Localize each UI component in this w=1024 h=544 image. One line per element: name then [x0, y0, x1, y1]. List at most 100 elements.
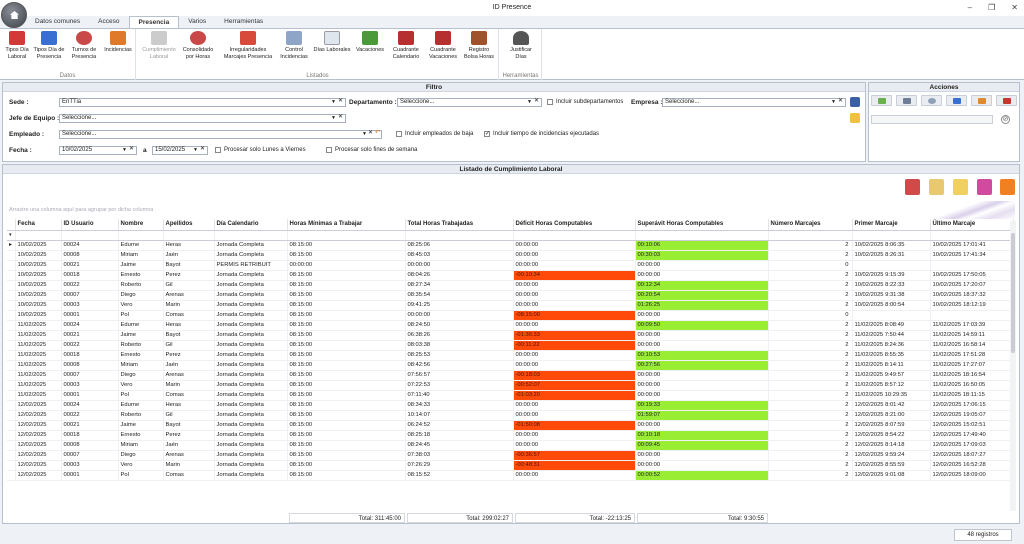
- justificar-dias-button[interactable]: Justificar Días: [504, 31, 538, 60]
- tipos-dia-laboral-button[interactable]: Tipos Día Laboral: [3, 31, 31, 60]
- irregularidades-marcajes-button[interactable]: Irregularidades Marcajes Presencia: [221, 31, 275, 60]
- tipos-dia-presencia-button[interactable]: Tipos Día de Presencia: [33, 31, 65, 60]
- column-dia-calendario[interactable]: Día Calendario: [214, 219, 288, 231]
- save-icon[interactable]: [850, 97, 860, 107]
- table-row[interactable]: ▸ 10/02/2025 00024 Edurne Heras Jornada Compl…: [7, 240, 1014, 251]
- table-row[interactable]: 12/02/2025 00007 Diego Arenas Jornada Comple…: [7, 450, 1014, 461]
- table-row[interactable]: 11/02/2025 00007 Diego Arenas Jornada Comple…: [7, 370, 1014, 381]
- undo-icon[interactable]: ↶: [375, 130, 380, 137]
- column-fecha[interactable]: Fecha: [15, 219, 62, 231]
- undo-button[interactable]: [971, 95, 992, 106]
- table-row[interactable]: 10/02/2025 00003 Vero Marin Jornada Completa…: [7, 300, 1014, 311]
- folder-icon[interactable]: [850, 113, 860, 123]
- table-row[interactable]: 10/02/2025 00008 Miriam Jaén Jornada Complet…: [7, 250, 1014, 261]
- table-row[interactable]: 12/02/2025 00024 Edurne Heras Jornada Comple…: [7, 400, 1014, 411]
- tiempo-incidencias-checkbox[interactable]: ✓ Incluir tiempo de incidencias ejecutada…: [484, 131, 599, 137]
- departamento-select[interactable]: Seleccione... ▼ ✕: [397, 98, 542, 107]
- accept-button[interactable]: [871, 95, 892, 106]
- chevron-down-icon[interactable]: ▼: [362, 131, 367, 138]
- chevron-down-icon[interactable]: ▼: [122, 147, 127, 154]
- clear-icon[interactable]: ✕: [129, 146, 134, 153]
- tools-button[interactable]: [996, 95, 1017, 106]
- column-horas-minimas[interactable]: Horas Mínimas a Trabajar: [287, 219, 406, 231]
- column-nombre[interactable]: Nombre: [118, 219, 164, 231]
- chevron-down-icon[interactable]: ▼: [331, 115, 336, 122]
- table-row[interactable]: 11/02/2025 00022 Roberto Gil Jornada Complet…: [7, 340, 1014, 351]
- vertical-scrollbar[interactable]: [1010, 221, 1016, 511]
- column-total-horas[interactable]: Total Horas Trabajadas: [405, 219, 514, 231]
- calendar-icon[interactable]: [905, 179, 920, 195]
- table-row[interactable]: 10/02/2025 00022 Roberto Gil Jornada Complet…: [7, 280, 1014, 291]
- export-up-icon[interactable]: [1000, 179, 1015, 195]
- empresa-select[interactable]: Seleccione... ▼ ✕: [662, 98, 846, 107]
- clear-icon[interactable]: ✕: [338, 114, 343, 121]
- table-row[interactable]: 11/02/2025 00018 Ernesto Perez Jornada Compl…: [7, 350, 1014, 361]
- column-deficit[interactable]: Déficit Horas Computables: [513, 219, 636, 231]
- tab-acceso[interactable]: Acceso: [89, 16, 128, 28]
- document-icon[interactable]: [953, 179, 968, 195]
- fecha-desde-input[interactable]: 10/02/2025 ▼ ✕: [59, 146, 137, 155]
- vacaciones-button[interactable]: Vacaciones: [353, 31, 387, 54]
- column-apellidos[interactable]: Apellidos: [163, 219, 215, 231]
- column-numero-marcajes[interactable]: Número Marcajes: [768, 219, 853, 231]
- table-row[interactable]: 12/02/2025 00001 Pol Comas Jornada Completa 0…: [7, 470, 1014, 481]
- turnos-presencia-button[interactable]: Turnos de Presencia: [69, 31, 99, 60]
- empleados-baja-checkbox[interactable]: Incluir empleados de baja: [396, 131, 473, 137]
- column-primer-marcaje[interactable]: Primer Marcaje: [852, 219, 931, 231]
- table-row[interactable]: 10/02/2025 00001 Pol Comas Jornada Completa 0…: [7, 310, 1014, 321]
- consolidado-horas-button[interactable]: Consolidado por Horas: [181, 31, 215, 60]
- cumplimiento-laboral-button[interactable]: Cumplimiento Laboral: [141, 31, 177, 60]
- close-icon[interactable]: ✕: [1011, 0, 1018, 16]
- jefe-equipo-select[interactable]: Seleccione... ▼ ✕: [59, 114, 346, 123]
- incidencias-button[interactable]: Incidencias: [102, 31, 134, 54]
- tab-presencia[interactable]: Presencia: [128, 16, 180, 28]
- subdepartamentos-checkbox[interactable]: Incluir subdepartamentos: [547, 99, 623, 105]
- clear-icon[interactable]: ✕: [534, 98, 539, 105]
- report-icon[interactable]: [929, 179, 944, 195]
- table-row[interactable]: 12/02/2025 00018 Ernesto Perez Jornada Compl…: [7, 430, 1014, 441]
- clear-icon[interactable]: ✕: [200, 146, 205, 153]
- search-button[interactable]: [921, 95, 942, 106]
- table-row[interactable]: 12/02/2025 00022 Roberto Gil Jornada Complet…: [7, 410, 1014, 421]
- cancel-icon[interactable]: ⊘: [1001, 115, 1010, 124]
- table-row[interactable]: 11/02/2025 00008 Miriam Jaén Jornada Complet…: [7, 360, 1014, 371]
- table-row[interactable]: 10/02/2025 00018 Ernesto Perez Jornada Compl…: [7, 270, 1014, 281]
- scroll-thumb[interactable]: [1011, 233, 1015, 353]
- table-row[interactable]: 12/02/2025 00003 Vero Marin Jornada Completa…: [7, 460, 1014, 471]
- table-row[interactable]: 12/02/2025 00008 Miriam Jaén Jornada Complet…: [7, 440, 1014, 451]
- minimize-icon[interactable]: –: [968, 0, 972, 16]
- registro-bolsa-horas-button[interactable]: Registro Bolsa Horas: [461, 31, 497, 60]
- table-row[interactable]: 11/02/2025 00024 Edurne Heras Jornada Comple…: [7, 320, 1014, 331]
- table-row[interactable]: 10/02/2025 00021 Jaime Bayot PERMIS RETRIBUI…: [7, 260, 1014, 271]
- filter-row[interactable]: ▾: [7, 230, 1014, 241]
- export-button[interactable]: [946, 95, 967, 106]
- table-row[interactable]: 12/02/2025 00021 Jaime Bayot Jornada Complet…: [7, 420, 1014, 431]
- column-id-usuario[interactable]: ID Usuario: [61, 219, 119, 231]
- cuadrante-vacaciones-button[interactable]: Cuadrante Vacaciones: [425, 31, 461, 60]
- table-row[interactable]: 11/02/2025 00001 Pol Comas Jornada Completa 0…: [7, 390, 1014, 401]
- tab-datos-comunes[interactable]: Datos comunes: [26, 16, 89, 28]
- tab-varios[interactable]: Varios: [179, 16, 215, 28]
- chart-icon[interactable]: [977, 179, 992, 195]
- clear-icon[interactable]: ✕: [838, 98, 843, 105]
- column-ultimo-marcaje[interactable]: Último Marcaje: [930, 219, 1014, 231]
- table-row[interactable]: 11/02/2025 00003 Vero Marin Jornada Completa…: [7, 380, 1014, 391]
- fecha-hasta-input[interactable]: 15/02/2025 ▼ ✕: [152, 146, 208, 155]
- lunes-viernes-checkbox[interactable]: Procesar solo Lunes a Viernes: [215, 147, 306, 153]
- chevron-down-icon[interactable]: ▼: [831, 99, 836, 106]
- clear-icon[interactable]: ✕: [338, 98, 343, 105]
- sede-select[interactable]: EnTTia ▼ ✕: [59, 98, 346, 107]
- fines-semana-checkbox[interactable]: Procesar solo fines de semana: [326, 147, 417, 153]
- control-incidencias-button[interactable]: Control Incidencias: [277, 31, 311, 60]
- app-menu-button[interactable]: [1, 2, 27, 28]
- group-panel[interactable]: [6, 203, 1011, 217]
- chevron-down-icon[interactable]: ▼: [527, 99, 532, 106]
- column-superavit[interactable]: Superávit Horas Computables: [635, 219, 769, 231]
- table-row[interactable]: 11/02/2025 00021 Jaime Bayot Jornada Complet…: [7, 330, 1014, 341]
- chevron-down-icon[interactable]: ▼: [193, 147, 198, 154]
- chevron-down-icon[interactable]: ▼: [331, 99, 336, 106]
- tab-herramientas[interactable]: Herramientas: [215, 16, 272, 28]
- empleado-select[interactable]: Seleccione... ▼ ✕ ↶: [59, 130, 382, 139]
- maximize-icon[interactable]: ❐: [988, 0, 995, 16]
- dias-laborales-button[interactable]: Días Laborales: [313, 31, 351, 54]
